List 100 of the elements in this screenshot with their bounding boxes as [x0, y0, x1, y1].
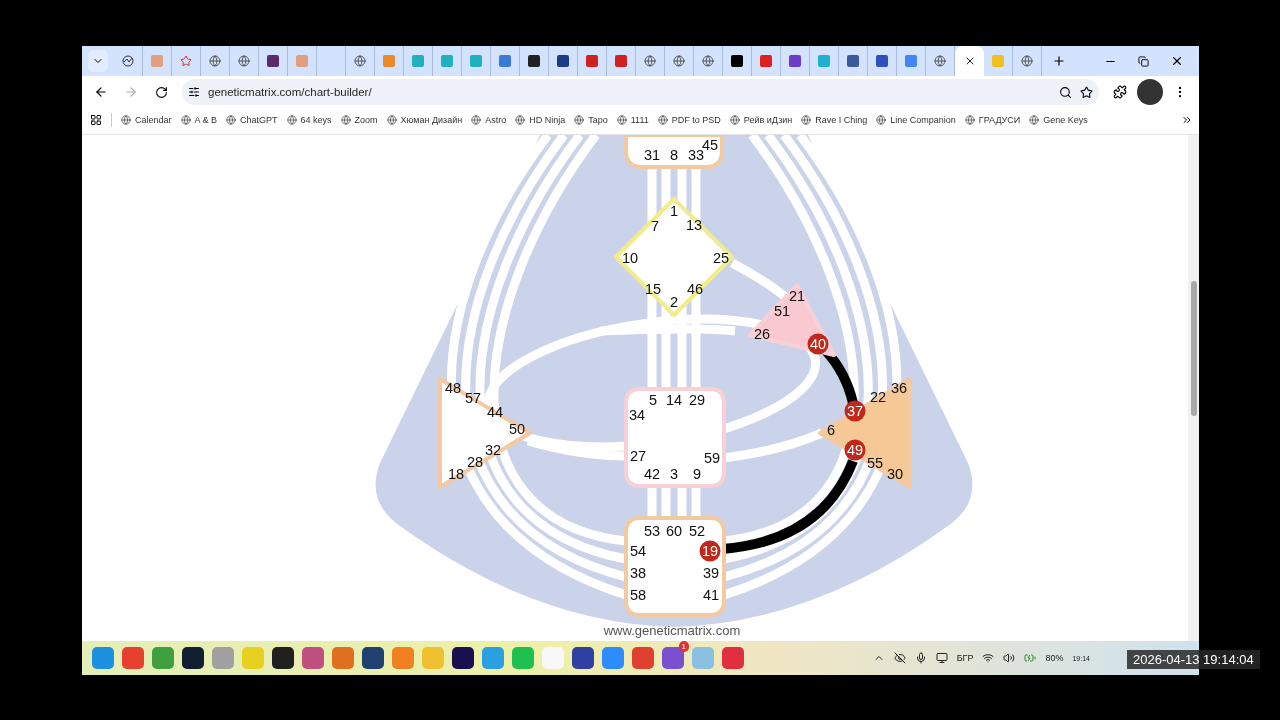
globe-icon[interactable] — [574, 115, 585, 125]
globe-icon[interactable] — [657, 115, 668, 125]
reload-icon[interactable] — [154, 85, 168, 99]
gate-number: 10 — [621, 250, 639, 266]
forward-arrow-icon[interactable] — [124, 85, 138, 99]
globe-icon[interactable] — [616, 115, 627, 125]
zoom-icon[interactable] — [1059, 85, 1072, 99]
gate-number: 15 — [644, 281, 662, 297]
bookmark-link[interactable]: 1111 — [616, 115, 649, 125]
gate-number: 38 — [629, 565, 647, 581]
site-info-icon[interactable] — [188, 86, 200, 98]
wifi-icon[interactable] — [982, 652, 995, 664]
favicon-icon — [441, 55, 453, 67]
gate-number: 6 — [826, 422, 836, 438]
globe-icon[interactable] — [180, 115, 191, 125]
bookmark-link[interactable]: Рейв иДзин — [729, 115, 793, 125]
monitor-icon[interactable] — [935, 652, 948, 664]
bookmark-link[interactable]: PDF to PSD — [657, 115, 721, 125]
bookmark-link[interactable]: Rave I Ching — [801, 115, 868, 125]
favicon-icon — [905, 55, 917, 67]
gate-number: 41 — [702, 587, 720, 603]
globe-icon[interactable] — [1029, 115, 1040, 125]
eye-off-icon[interactable] — [893, 652, 906, 664]
gate-number: 55 — [866, 455, 884, 471]
restore-icon[interactable] — [1138, 55, 1149, 67]
gate-number: 58 — [629, 587, 647, 603]
volume-icon[interactable] — [1003, 652, 1016, 664]
plus-icon[interactable] — [1051, 54, 1066, 68]
favicon-icon — [412, 55, 424, 67]
globe-icon[interactable] — [515, 115, 526, 125]
taskbar-app-icon[interactable] — [182, 647, 204, 669]
bookmark-link[interactable]: Line Companion — [876, 115, 956, 125]
gate-number: 42 — [643, 466, 661, 482]
bookmark-link[interactable]: Хюман Дизайн — [386, 115, 463, 125]
bookmark-link[interactable]: Zoom — [340, 115, 378, 125]
globe-icon — [934, 55, 946, 67]
more-bookmarks-icon[interactable] — [1181, 114, 1193, 126]
gate-number: 13 — [685, 217, 703, 233]
gate-number: 1 — [669, 203, 679, 219]
gate-number: 54 — [629, 543, 647, 559]
favicon-icon — [499, 55, 511, 67]
gate-number: 30 — [886, 466, 904, 482]
address-bar[interactable]: geneticmatrix.com/chart-builder/ — [182, 79, 1099, 105]
star-icon — [180, 55, 192, 67]
gate-number: 34 — [628, 407, 646, 423]
bookmark-star-icon[interactable] — [1080, 85, 1093, 99]
battery-percent: 80% — [1045, 653, 1064, 663]
gate-number: 5 — [648, 392, 658, 408]
gate-number: 9 — [692, 466, 702, 482]
battery-icon[interactable] — [1024, 652, 1037, 664]
scrollbar[interactable] — [1188, 135, 1199, 641]
globe-icon — [354, 55, 366, 67]
favicon-icon — [267, 55, 279, 67]
bookmark-link[interactable]: HD Ninja — [515, 115, 566, 125]
tab-search-button[interactable] — [88, 50, 108, 72]
globe-icon[interactable] — [801, 115, 812, 125]
language-indicator[interactable]: БГР — [956, 653, 974, 663]
favicon-icon — [557, 55, 569, 67]
globe-icon — [209, 55, 221, 67]
gate-number: 27 — [629, 448, 647, 464]
active-gate: 19 — [699, 540, 721, 562]
puzzle-icon[interactable] — [1113, 85, 1127, 99]
globe-icon[interactable] — [226, 115, 237, 125]
globe-icon[interactable] — [876, 115, 887, 125]
bookmark-link[interactable]: A & B — [180, 115, 218, 125]
bookmark-link[interactable]: Astro — [471, 115, 507, 125]
active-gate: 49 — [844, 439, 866, 461]
gate-number: 33 — [687, 147, 705, 163]
globe-icon[interactable] — [964, 115, 975, 125]
globe-icon[interactable] — [340, 115, 351, 125]
globe-icon[interactable] — [386, 115, 397, 125]
microphone-icon[interactable] — [914, 652, 927, 664]
globe-icon[interactable] — [729, 115, 740, 125]
gate-number: 59 — [703, 450, 721, 466]
bookmark-link[interactable]: Calendar — [121, 115, 172, 125]
favicon-icon — [818, 55, 830, 67]
gate-number: 36 — [890, 380, 908, 396]
taskbar-app-icon[interactable] — [362, 647, 384, 669]
bookmark-link[interactable]: Gene Keys — [1029, 115, 1088, 125]
globe-icon[interactable] — [286, 115, 297, 125]
apps-icon[interactable] — [90, 114, 102, 126]
gate-number: 22 — [869, 389, 887, 405]
bookmark-link[interactable]: 64 keys — [286, 115, 332, 125]
globe-icon[interactable] — [471, 115, 482, 125]
chart-circle-icon — [122, 55, 134, 67]
bookmark-link[interactable]: ГРАДУСИ — [964, 115, 1021, 125]
bookmark-link[interactable]: ChatGPT — [226, 115, 278, 125]
taskbar-app-icon[interactable] — [272, 647, 294, 669]
favicon-icon — [876, 55, 888, 67]
taskbar-app-icon[interactable] — [572, 647, 594, 669]
profile-avatar[interactable] — [1137, 79, 1163, 105]
favicon-icon — [296, 55, 308, 67]
gate-number: 44 — [486, 404, 504, 420]
gate-number: 29 — [688, 392, 706, 408]
taskbar-app-icon[interactable] — [452, 647, 474, 669]
active-gate: 37 — [844, 400, 866, 422]
gate-number: 8 — [669, 147, 679, 163]
globe-icon[interactable] — [121, 115, 131, 125]
bookmark-link[interactable]: Tapo — [574, 115, 608, 125]
globe-icon — [644, 55, 656, 67]
